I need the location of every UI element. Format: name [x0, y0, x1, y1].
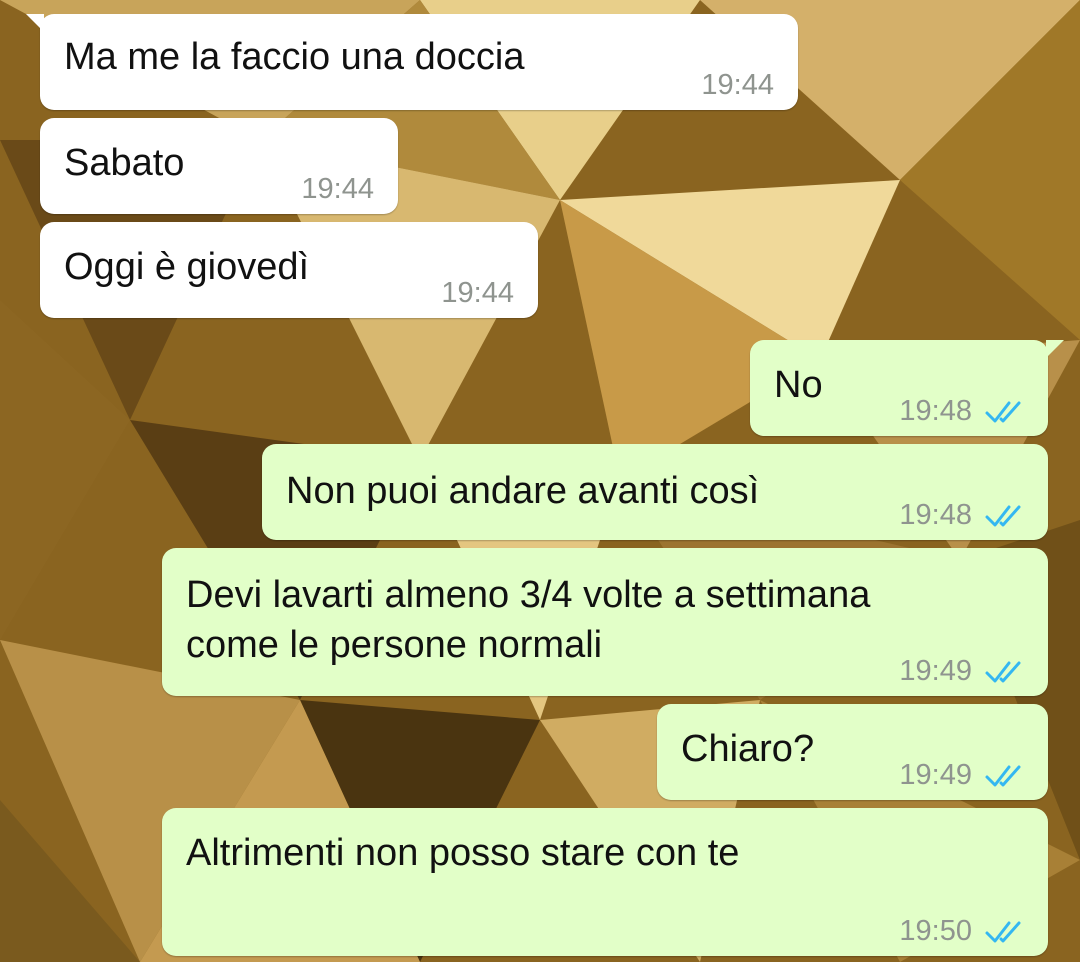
message-text: Ma me la faccio una doccia: [64, 36, 525, 78]
outgoing-message[interactable]: Devi lavarti almeno 3/4 volte a settiman…: [162, 548, 1048, 696]
message-meta: 19:44: [441, 277, 514, 310]
message-time: 19:44: [701, 69, 774, 101]
double-check-read-icon: [985, 401, 1021, 422]
message-time: 19:49: [899, 655, 972, 687]
incoming-message[interactable]: Ma me la faccio una doccia 19:44: [26, 14, 798, 110]
message-time: 19:48: [899, 395, 972, 427]
message-text: Oggi è giovedì: [64, 246, 310, 288]
chat-messages: Ma me la faccio una doccia 19:44 Sabato …: [0, 0, 1080, 962]
message-text: Devi lavarti almeno 3/4 volte a settiman…: [186, 574, 871, 666]
double-check-read-icon: [985, 765, 1021, 786]
message-time: 19:48: [899, 499, 972, 531]
outgoing-message[interactable]: Altrimenti non posso stare con te 19:50: [162, 808, 1048, 956]
message-text: Altrimenti non posso stare con te: [186, 832, 740, 874]
message-meta: 19:48: [899, 395, 1024, 428]
message-text: Chiaro?: [681, 728, 815, 770]
incoming-message[interactable]: Oggi è giovedì 19:44: [40, 222, 538, 318]
double-check-read-icon: [985, 661, 1021, 682]
message-time: 19:44: [301, 173, 374, 205]
outgoing-message[interactable]: Non puoi andare avanti così 19:48: [262, 444, 1048, 540]
message-meta: 19:49: [899, 759, 1024, 792]
message-time: 19:49: [899, 759, 972, 791]
message-text: No: [774, 364, 823, 406]
message-text: Non puoi andare avanti così: [286, 470, 760, 512]
outgoing-message[interactable]: Chiaro? 19:49: [657, 704, 1048, 800]
message-meta: 19:48: [899, 499, 1024, 532]
message-time: 19:50: [899, 915, 972, 947]
message-meta: 19:49: [899, 655, 1024, 688]
message-meta: 19:44: [701, 69, 774, 102]
bubble-tail: [26, 14, 44, 32]
message-text: Sabato: [64, 142, 185, 184]
double-check-read-icon: [985, 921, 1021, 942]
message-meta: 19:50: [899, 915, 1024, 948]
message-time: 19:44: [441, 277, 514, 309]
incoming-message[interactable]: Sabato 19:44: [40, 118, 398, 214]
outgoing-message[interactable]: No 19:48: [750, 340, 1064, 436]
bubble-tail: [1046, 340, 1064, 358]
double-check-read-icon: [985, 505, 1021, 526]
message-meta: 19:44: [301, 173, 374, 206]
